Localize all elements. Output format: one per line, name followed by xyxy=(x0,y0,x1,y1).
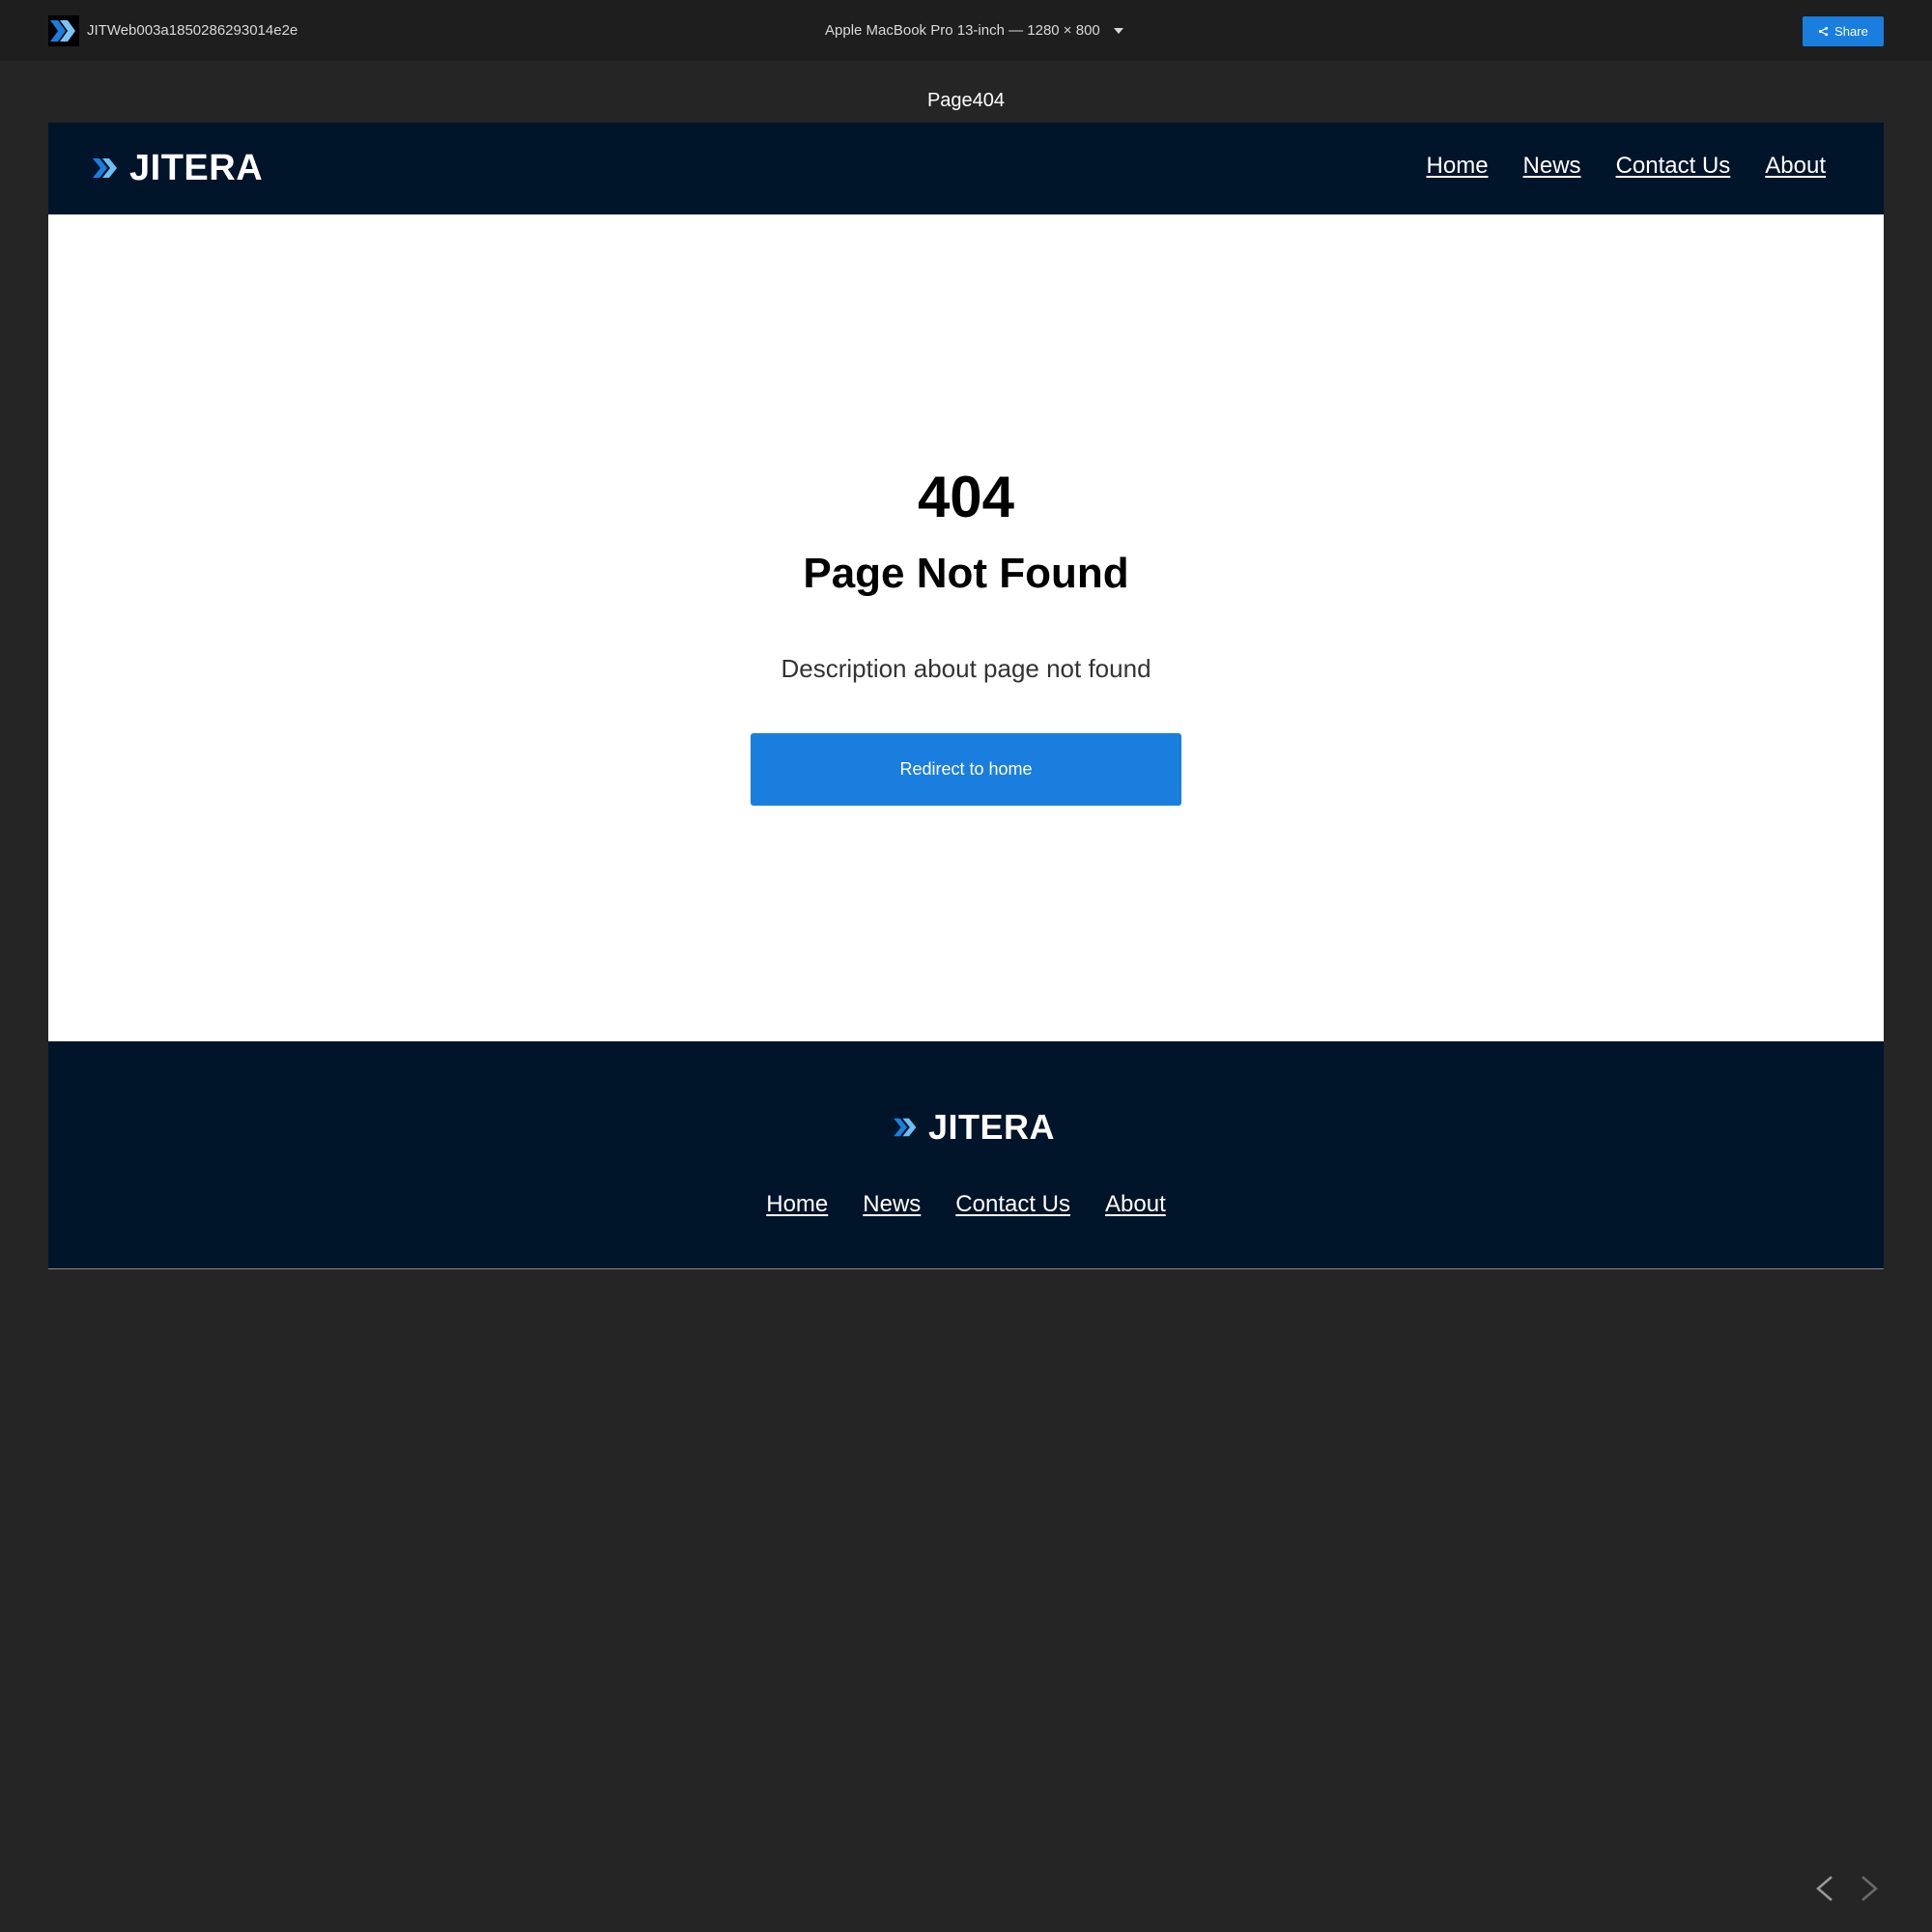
project-name: JITWeb003a1850286293014e2e xyxy=(87,22,298,39)
header-nav: Home News Contact Us About xyxy=(1427,152,1826,181)
error-description: Description about page not found xyxy=(781,654,1151,683)
footer-logo[interactable]: JITERA xyxy=(894,1108,1055,1147)
brand-chevron-icon xyxy=(894,1118,917,1137)
brand-name: JITERA xyxy=(129,148,264,188)
nav-news-link[interactable]: News xyxy=(1523,152,1581,181)
chevron-right-icon[interactable] xyxy=(1857,1874,1882,1903)
footer-about-link[interactable]: About xyxy=(1105,1190,1166,1219)
main-content: 404 Page Not Found Description about pag… xyxy=(48,214,1884,1040)
redirect-home-button[interactable]: Redirect to home xyxy=(751,733,1181,806)
footer-contact-link[interactable]: Contact Us xyxy=(955,1190,1070,1219)
brand-chevron-icon xyxy=(93,158,117,178)
footer-home-link[interactable]: Home xyxy=(766,1190,828,1219)
footer-nav: Home News Contact Us About xyxy=(48,1190,1884,1219)
app-logo-icon xyxy=(48,15,79,46)
preview-frame: JITERA Home News Contact Us About 404 Pa… xyxy=(48,123,1884,1269)
header-logo[interactable]: JITERA xyxy=(93,148,263,188)
footer-brand-name: JITERA xyxy=(928,1107,1056,1147)
device-selector[interactable]: Apple MacBook Pro 13-inch — 1280 × 800 xyxy=(825,21,1123,41)
site-footer: JITERA Home News Contact Us About xyxy=(48,1041,1884,1269)
chevron-left-icon[interactable] xyxy=(1812,1874,1837,1903)
share-button[interactable]: Share xyxy=(1803,16,1884,46)
share-label: Share xyxy=(1834,24,1868,39)
device-label: Apple MacBook Pro 13-inch — 1280 × 800 xyxy=(825,22,1100,39)
nav-home-link[interactable]: Home xyxy=(1427,152,1489,181)
caret-down-icon xyxy=(1113,28,1123,34)
top-bar: JITWeb003a1850286293014e2e Apple MacBook… xyxy=(0,0,1932,61)
footer-news-link[interactable]: News xyxy=(863,1190,921,1219)
error-title: Page Not Found xyxy=(803,550,1129,597)
page-name-label: Page404 xyxy=(926,90,1006,111)
share-icon xyxy=(1818,26,1829,37)
error-code: 404 xyxy=(917,465,1015,529)
nav-about-link[interactable]: About xyxy=(1765,152,1826,181)
site-header: JITERA Home News Contact Us About xyxy=(48,123,1884,214)
nav-contact-link[interactable]: Contact Us xyxy=(1616,152,1731,181)
